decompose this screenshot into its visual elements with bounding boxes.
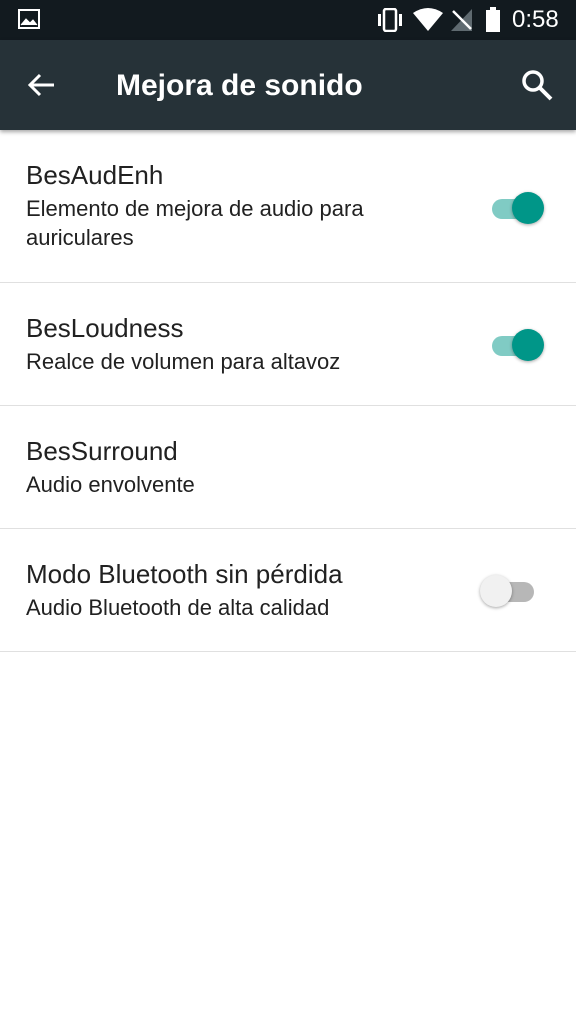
wifi-icon <box>413 8 443 31</box>
pref-texts: BesLoudness Realce de volumen para altav… <box>26 311 456 376</box>
pref-texts: Modo Bluetooth sin pérdida Audio Bluetoo… <box>26 557 456 622</box>
pref-texts: BesAudEnh Elemento de mejora de audio pa… <box>26 158 456 252</box>
pref-title: BesSurround <box>26 436 178 466</box>
besloudness-switch[interactable] <box>486 323 546 363</box>
pref-bessurround[interactable]: BesSurround Audio envolvente <box>0 406 576 529</box>
pref-texts: BesSurround Audio envolvente <box>26 434 456 499</box>
besaudenh-switch[interactable] <box>486 186 546 226</box>
gallery-icon <box>18 9 40 29</box>
pref-summary: Audio Bluetooth de alta calidad <box>26 595 330 620</box>
bluetooth-lossless-switch[interactable] <box>480 569 540 609</box>
app-bar: Mejora de sonido <box>0 40 576 130</box>
battery-icon <box>486 7 500 32</box>
no-signal-icon <box>451 9 472 31</box>
search-icon[interactable] <box>518 66 556 104</box>
vibrate-icon <box>378 8 402 32</box>
switch-thumb <box>512 192 544 224</box>
status-time: 0:58 <box>512 6 559 33</box>
pref-title: BesLoudness <box>26 313 184 343</box>
arrow-back-icon[interactable] <box>20 65 60 105</box>
pref-besloudness[interactable]: BesLoudness Realce de volumen para altav… <box>0 283 576 406</box>
pref-summary: Audio envolvente <box>26 472 195 497</box>
pref-besaudenh[interactable]: BesAudEnh Elemento de mejora de audio pa… <box>0 130 576 283</box>
preference-list: BesAudEnh Elemento de mejora de audio pa… <box>0 130 576 652</box>
pref-summary: Elemento de mejora de audio para auricul… <box>26 196 364 250</box>
pref-summary: Realce de volumen para altavoz <box>26 349 341 374</box>
status-bar: 0:58 <box>0 0 576 40</box>
switch-thumb <box>512 329 544 361</box>
pref-title: Modo Bluetooth sin pérdida <box>26 559 343 589</box>
pref-title: BesAudEnh <box>26 160 164 190</box>
switch-thumb <box>480 575 512 607</box>
pref-bluetooth-lossless[interactable]: Modo Bluetooth sin pérdida Audio Bluetoo… <box>0 529 576 652</box>
page-title: Mejora de sonido <box>116 69 363 102</box>
